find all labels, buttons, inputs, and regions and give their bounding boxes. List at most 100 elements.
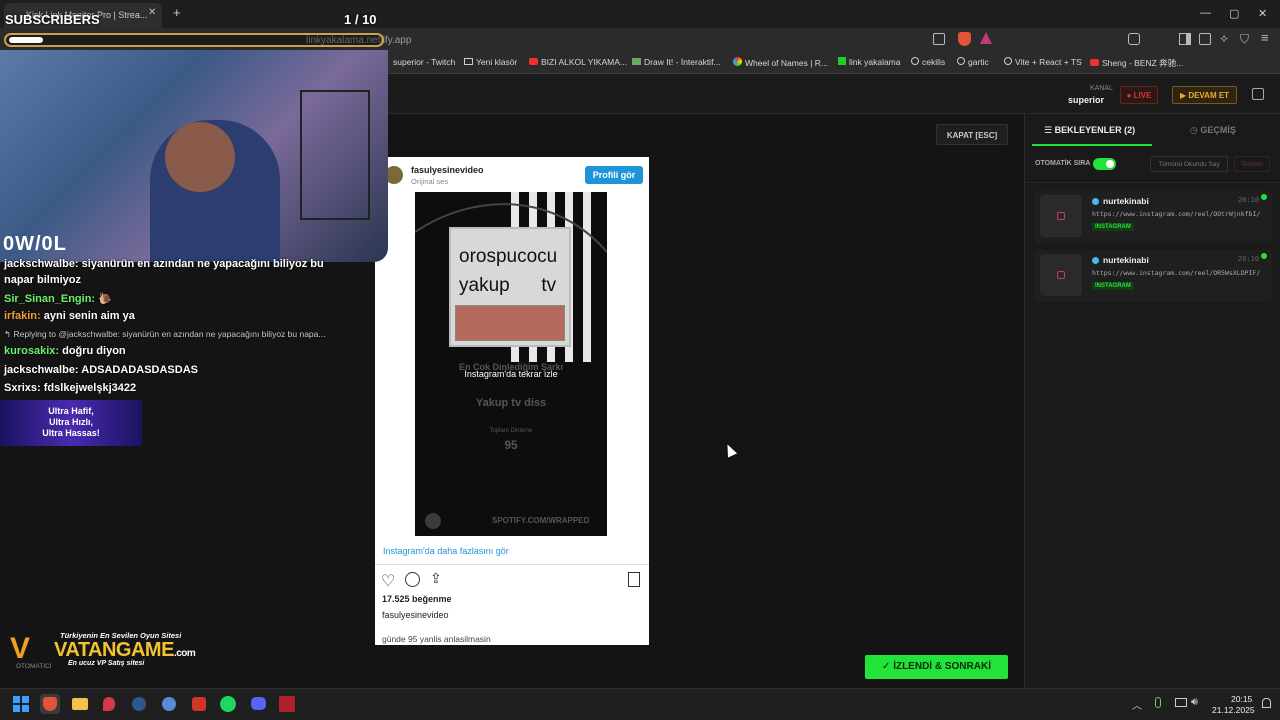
ig-caption-user[interactable]: fasulyesinevideo: [382, 610, 449, 620]
brave-shield-icon[interactable]: [958, 32, 971, 46]
webcam-head: [165, 122, 235, 192]
riot-icon[interactable]: [189, 694, 209, 714]
spotify-app-icon[interactable]: [218, 694, 238, 714]
live-button[interactable]: ● LIVE: [1120, 86, 1158, 104]
bookmark-link-yakalama[interactable]: link yakalama: [838, 57, 901, 67]
share-icon[interactable]: [933, 33, 945, 45]
tab-history[interactable]: ◷ GEÇMİŞ: [1190, 125, 1236, 136]
bookmark-sheng-benz[interactable]: Sheng - BENZ 奔驰...: [1090, 57, 1183, 69]
kick-badge-icon: [1092, 198, 1099, 205]
bookmark-vite-react[interactable]: Vite + React + TS: [1004, 57, 1082, 67]
instagram-icon: [1057, 271, 1065, 279]
queue-thumb: [1040, 195, 1082, 237]
ig-total-value: 95: [504, 438, 518, 452]
queue-item[interactable]: nurtekinabi 20:10 https://www.instagram.…: [1034, 191, 1272, 243]
bookmark-wheel-of-names[interactable]: Wheel of Names | R...: [733, 57, 828, 68]
sidebar-toggle-icon[interactable]: [1179, 33, 1191, 45]
media-app-icon[interactable]: [277, 694, 297, 714]
ig-more-link[interactable]: Instagram'da daha fazlasını gör: [383, 546, 509, 556]
ig-username[interactable]: fasulyesinevideo: [411, 165, 484, 175]
network-icon[interactable]: [1175, 698, 1187, 707]
chat-message: irfakin: ayni senin aim ya: [4, 310, 135, 322]
extensions-icon[interactable]: [1128, 33, 1140, 45]
windows-start-icon[interactable]: [13, 696, 29, 712]
new-tab-button[interactable]: +: [173, 5, 181, 20]
chat-message: kurosakix: doğru diyon: [4, 345, 126, 357]
globe-icon: [957, 57, 965, 65]
vatan-logo: VATANGAME.com: [54, 639, 196, 661]
menu-icon[interactable]: ≡: [1261, 30, 1269, 45]
overlay-progress-bar: [4, 33, 384, 47]
close-window-button[interactable]: ✕: [1258, 7, 1267, 20]
steam-icon[interactable]: [129, 694, 149, 714]
wheel-icon: [733, 57, 742, 66]
bookmark-gartic[interactable]: gartic: [957, 57, 989, 67]
ig-video-face: [455, 305, 565, 341]
valorant-icon[interactable]: [100, 694, 120, 714]
vatan-sub: En ucuz VP Satış sitesi: [68, 660, 145, 667]
file-explorer-icon[interactable]: [70, 694, 90, 714]
vatangame-banner: Türkiyenin En Sevilen Oyun Sitesi V VATA…: [8, 630, 213, 674]
notifications-icon[interactable]: [1262, 698, 1271, 708]
mark-all-read-button[interactable]: Tümünü Okundu Say: [1150, 156, 1228, 172]
popout-icon[interactable]: [1252, 88, 1264, 100]
vpn-shield-icon[interactable]: ⛉: [1240, 32, 1249, 47]
queue-item[interactable]: nurtekinabi 20:10 https://www.instagram.…: [1034, 250, 1272, 302]
ig-replay-overlay[interactable]: Instagram'da tekrar izle: [415, 369, 607, 379]
auto-queue-toggle[interactable]: [1093, 158, 1116, 170]
bookmark-draw-it[interactable]: Draw It! - İnteraktif...: [632, 57, 721, 67]
bookmark-bizi-alkol[interactable]: BIZI ALKOL YIKAMA...: [529, 57, 627, 67]
draw-icon: [632, 58, 641, 65]
chat-message: jackschwalbe: siyanürün en azından ne ya…: [4, 258, 324, 270]
queue-user: nurtekinabi: [1103, 196, 1149, 206]
bookmark-cekilis[interactable]: cekilis: [911, 57, 945, 67]
volume-icon[interactable]: 🔊︎: [1191, 696, 1198, 709]
share-post-icon[interactable]: ⇪: [430, 570, 442, 587]
close-player-button[interactable]: KAPAT [ESC]: [936, 124, 1008, 145]
ig-total-label: Toplam Dinleme: [489, 428, 533, 434]
chat-message: Sir_Sinan_Engin: 🐌: [4, 293, 112, 305]
kick-icon: [838, 57, 846, 65]
auto-queue-label: OTOMATİK SIRA: [1035, 160, 1091, 167]
status-dot: [1261, 194, 1267, 200]
queue-url[interactable]: https://www.instagram.com/reel/DOtrWjnkf…: [1092, 210, 1260, 218]
clear-button[interactable]: Temizle: [1234, 156, 1270, 172]
platform-badge: INSTAGRAM: [1092, 282, 1134, 290]
microphone-icon[interactable]: [1155, 697, 1161, 708]
comment-icon[interactable]: [405, 572, 420, 587]
maximize-button[interactable]: ▢: [1229, 7, 1239, 20]
queue-url[interactable]: https://www.instagram.com/reel/DR5WsXLDP…: [1092, 269, 1260, 277]
next-button[interactable]: ✓ İZLENDİ & SONRAKİ: [865, 655, 1008, 679]
chevron-up-icon[interactable]: ︿: [1132, 697, 1142, 712]
chat-message: napar bilmiyoz: [4, 274, 82, 286]
ig-spotify-url: SPOTIFY.COM/WRAPPED: [492, 516, 590, 525]
heart-icon[interactable]: ♡: [381, 571, 395, 591]
bookmark-icon[interactable]: [628, 572, 640, 587]
bookmark-yeni-klasor[interactable]: Yeni klasör: [464, 57, 517, 67]
discord-icon[interactable]: [248, 694, 268, 714]
tab-close-icon[interactable]: ✕: [148, 7, 156, 18]
tab-waiting[interactable]: ☰ BEKLEYENLER (2): [1032, 118, 1152, 146]
globe-icon: [1004, 57, 1012, 65]
clock-time[interactable]: 20:15: [1231, 694, 1252, 704]
devam-et-button[interactable]: ▶ DEVAM ET: [1172, 86, 1237, 104]
folder-icon: [464, 58, 473, 65]
clock-date[interactable]: 21.12.2025: [1212, 705, 1255, 715]
minimize-button[interactable]: —: [1200, 7, 1211, 19]
ig-profile-button[interactable]: Profili gör: [585, 166, 643, 184]
kick-badge-icon: [1092, 257, 1099, 264]
status-dot: [1261, 253, 1267, 259]
ig-video-text-top: orospucocu: [459, 246, 558, 267]
brave-browser-icon[interactable]: [40, 694, 60, 714]
bookmark-superior-twitch[interactable]: superior - Twitch: [393, 57, 455, 67]
chat-message: jackschwalbe: ADSADADASDASDAS: [4, 364, 198, 376]
vatan-v-logo: V: [10, 632, 31, 665]
queue-time: 20:10: [1238, 255, 1260, 263]
wallet-icon[interactable]: [1199, 33, 1211, 45]
app-icon[interactable]: [159, 694, 179, 714]
queue-user: nurtekinabi: [1103, 255, 1149, 265]
leo-ai-icon[interactable]: ✧: [1219, 32, 1229, 46]
brave-rewards-icon[interactable]: [980, 32, 992, 44]
kanal-value: superior: [1068, 95, 1105, 105]
ig-song: Yakup tv diss: [475, 397, 547, 409]
